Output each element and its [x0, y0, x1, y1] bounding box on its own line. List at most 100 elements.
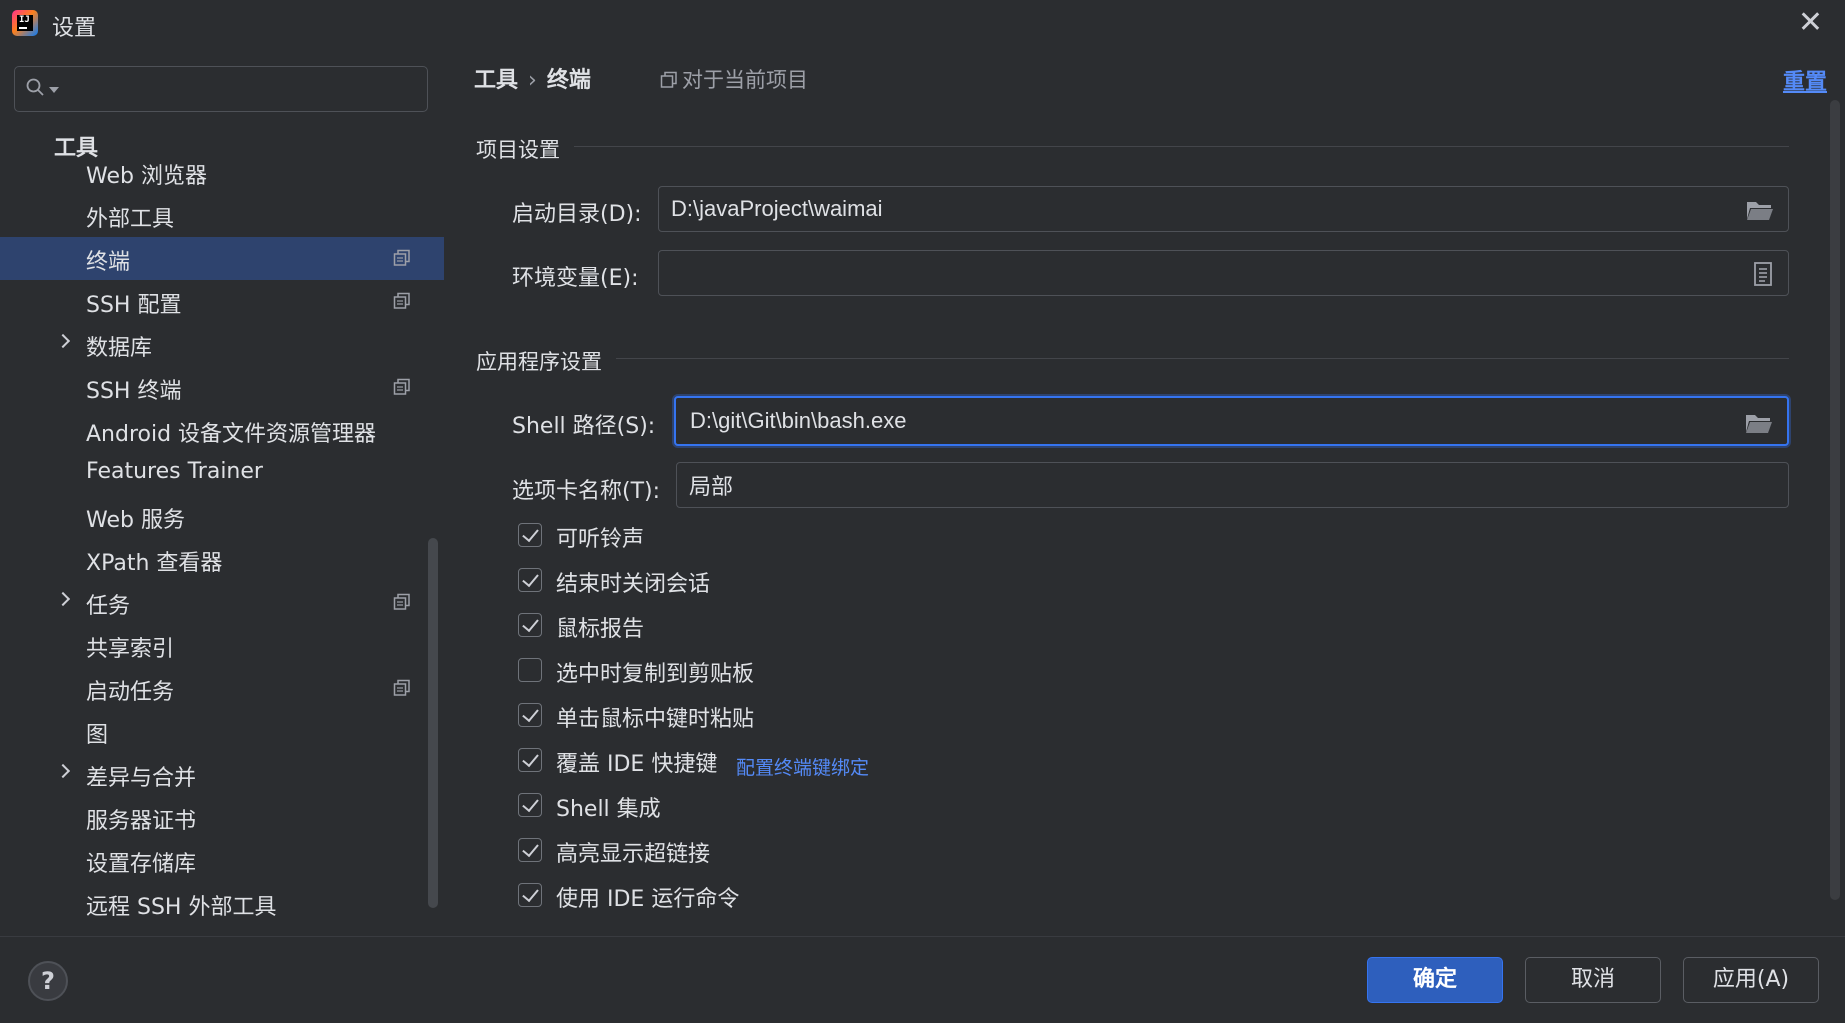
- sidebar-item-diagrams[interactable]: 图: [0, 710, 444, 753]
- sidebar-item-label: 任务: [86, 594, 131, 619]
- sidebar-item-features-trainer[interactable]: Features Trainer: [0, 452, 444, 495]
- configure-keybindings-link[interactable]: 配置终端键绑定: [736, 753, 869, 780]
- sidebar-item-label: Android 设备文件资源管理器: [86, 422, 377, 447]
- apply-button[interactable]: 应用(A): [1683, 957, 1819, 1003]
- edit-list-icon[interactable]: [1752, 261, 1774, 287]
- checkmark-icon: [522, 614, 539, 633]
- folder-open-icon[interactable]: [1746, 199, 1774, 221]
- checkbox-box[interactable]: [518, 613, 542, 637]
- sidebar-item-label: 设置存储库: [86, 852, 197, 877]
- sidebar-item-label: 数据库: [86, 336, 153, 361]
- sidebar-item-external-tools[interactable]: 外部工具: [0, 194, 444, 237]
- checkbox-label: 可听铃声: [556, 527, 645, 552]
- project-level-icon: [660, 71, 677, 88]
- sidebar-item-label: Web 服务: [86, 508, 185, 533]
- sidebar-item-database[interactable]: 数据库: [0, 323, 444, 366]
- sidebar-item-shared-indexes[interactable]: 共享索引: [0, 624, 444, 667]
- checkbox-box[interactable]: [518, 883, 542, 907]
- shell-path-label: Shell 路径(S):: [512, 414, 656, 439]
- checkbox-box[interactable]: [518, 523, 542, 547]
- sidebar-item-label: XPath 查看器: [86, 551, 223, 576]
- title-bar: IJ 设置 ✕: [0, 0, 1845, 48]
- project-level-icon: [393, 249, 410, 266]
- checkmark-icon: [522, 794, 539, 813]
- env-vars-field[interactable]: [658, 250, 1789, 296]
- project-level-icon: [393, 593, 410, 610]
- tab-name-input[interactable]: [689, 463, 1730, 507]
- sidebar-item-label: 服务器证书: [86, 809, 197, 834]
- sidebar-item-xpath-viewer[interactable]: XPath 查看器: [0, 538, 444, 581]
- settings-content: 工具 › 终端 对于当前项目 重置 项目设置 启动目录(D): 环境变量(E): 应…: [444, 48, 1845, 936]
- checkbox-box[interactable]: [518, 838, 542, 862]
- start-dir-field[interactable]: [658, 186, 1789, 232]
- env-vars-label: 环境变量(E):: [512, 266, 639, 291]
- checkbox-box[interactable]: [518, 703, 542, 727]
- content-scrollbar[interactable]: [1830, 100, 1840, 900]
- checkbox-box[interactable]: [518, 793, 542, 817]
- checkbox-label: 结束时关闭会话: [556, 572, 711, 597]
- checkbox-box[interactable]: [518, 568, 542, 592]
- scope-note-text: 对于当前项目: [682, 68, 808, 92]
- help-button[interactable]: ?: [28, 961, 68, 1001]
- checkbox-box[interactable]: [518, 748, 542, 772]
- sidebar-item-web-browsers[interactable]: Web 浏览器: [0, 151, 444, 194]
- breadcrumb-parent: 工具: [474, 68, 519, 93]
- breadcrumb-current: 终端: [546, 68, 591, 93]
- sidebar-item-server-certificates[interactable]: 服务器证书: [0, 796, 444, 839]
- project-level-icon: [393, 679, 410, 696]
- sidebar-item-label: 共享索引: [86, 637, 175, 662]
- breadcrumb: 工具 › 终端: [474, 62, 591, 94]
- sidebar-item-label: Web 浏览器: [86, 164, 207, 189]
- section-divider: [616, 358, 1789, 359]
- ok-button[interactable]: 确定: [1367, 957, 1503, 1003]
- shell-path-field[interactable]: [674, 396, 1789, 446]
- window-title: 设置: [52, 16, 97, 41]
- sidebar-item-ssh-terminal[interactable]: SSH 终端: [0, 366, 444, 409]
- sidebar-item-label: 外部工具: [86, 207, 175, 232]
- checkmark-icon: [522, 524, 539, 543]
- checkmark-icon: [522, 569, 539, 588]
- checkmark-icon: [522, 884, 539, 903]
- settings-sidebar: 工具 Web 浏览器 外部工具 终端 SSH 配置 数据库 SSH 终端 And…: [0, 48, 444, 936]
- sidebar-item-ssh-config[interactable]: SSH 配置: [0, 280, 444, 323]
- chevron-right-icon[interactable]: [55, 333, 71, 349]
- search-icon: [26, 78, 44, 96]
- intellij-logo-icon: IJ: [12, 10, 38, 36]
- start-dir-label: 启动目录(D):: [512, 202, 642, 227]
- checkbox-label: 鼠标报告: [556, 617, 645, 642]
- section-divider: [574, 146, 1789, 147]
- sidebar-item-label: SSH 配置: [86, 293, 182, 318]
- sidebar-item-tasks[interactable]: 任务: [0, 581, 444, 624]
- close-button[interactable]: ✕: [1798, 6, 1823, 40]
- checkbox-label: 覆盖 IDE 快捷键: [556, 752, 718, 777]
- checkbox-label: Shell 集成: [556, 797, 661, 822]
- checkbox-label: 单击鼠标中键时粘贴: [556, 707, 755, 732]
- shell-path-input[interactable]: [690, 398, 1731, 444]
- sidebar-item-android-device-explorer[interactable]: Android 设备文件资源管理器: [0, 409, 444, 452]
- start-dir-input[interactable]: [671, 187, 1730, 231]
- tab-name-field[interactable]: [676, 462, 1789, 508]
- sidebar-item-diff-merge[interactable]: 差异与合并: [0, 753, 444, 796]
- search-history-dropdown-icon[interactable]: [49, 87, 59, 93]
- cancel-button[interactable]: 取消: [1525, 957, 1661, 1003]
- sidebar-scrollbar[interactable]: [428, 538, 438, 908]
- sidebar-item-label: 图: [86, 723, 109, 748]
- chevron-right-icon[interactable]: [55, 763, 71, 779]
- search-input[interactable]: [65, 73, 419, 107]
- settings-search-box[interactable]: [14, 66, 428, 112]
- tab-name-label: 选项卡名称(T):: [512, 479, 661, 504]
- sidebar-item-startup-tasks[interactable]: 启动任务: [0, 667, 444, 710]
- sidebar-item-settings-repository[interactable]: 设置存储库: [0, 839, 444, 882]
- sidebar-item-label: 远程 SSH 外部工具: [86, 895, 277, 920]
- sidebar-item-label: 差异与合并: [86, 766, 197, 791]
- sidebar-item-terminal[interactable]: 终端: [0, 237, 444, 280]
- sidebar-item-web-services[interactable]: Web 服务: [0, 495, 444, 538]
- checkbox-label: 高亮显示超链接: [556, 842, 711, 867]
- breadcrumb-separator: ›: [528, 68, 537, 93]
- checkbox-box[interactable]: [518, 658, 542, 682]
- env-vars-input[interactable]: [671, 251, 1730, 295]
- folder-open-icon[interactable]: [1745, 412, 1773, 434]
- sidebar-item-remote-ssh-external-tools[interactable]: 远程 SSH 外部工具: [0, 882, 444, 925]
- reset-link[interactable]: 重置: [1783, 64, 1827, 96]
- chevron-right-icon[interactable]: [55, 591, 71, 607]
